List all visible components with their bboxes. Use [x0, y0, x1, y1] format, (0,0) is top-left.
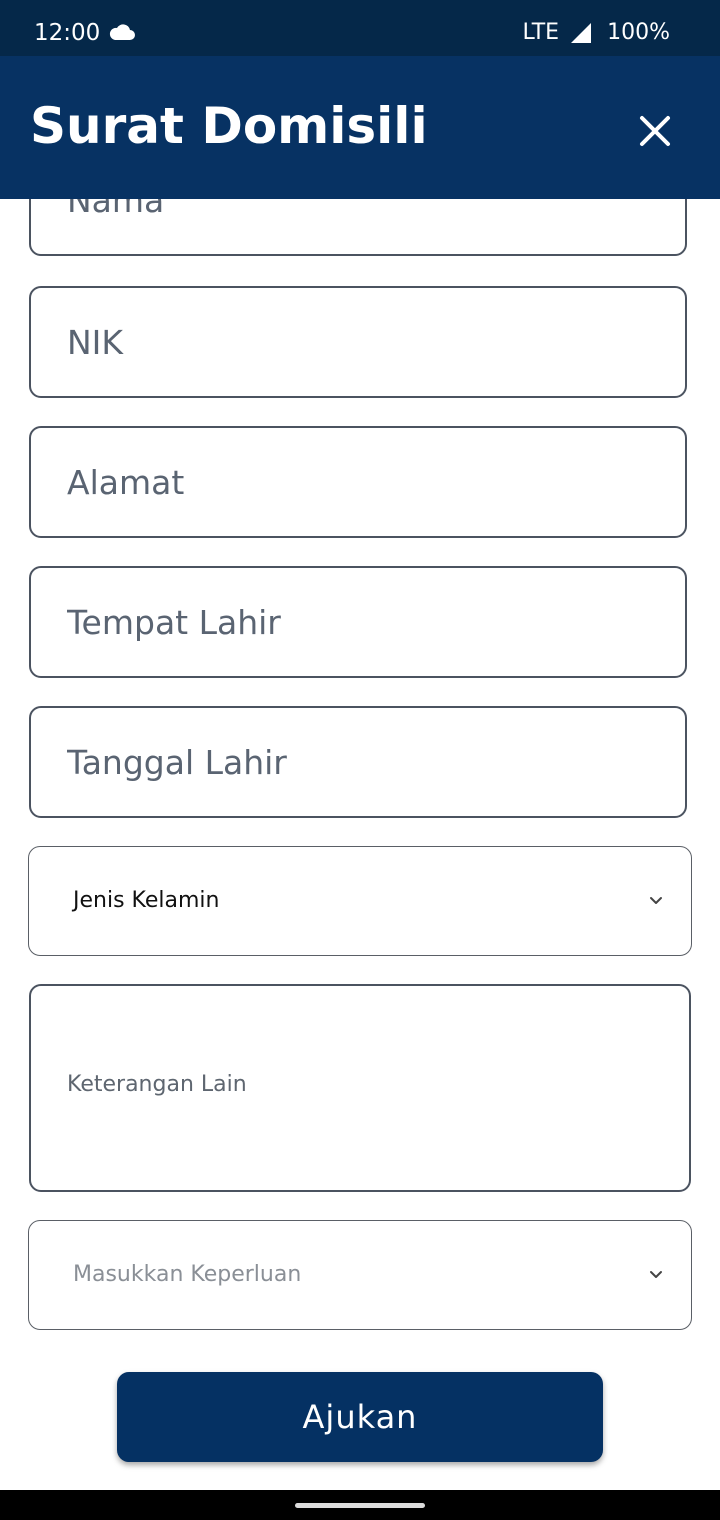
home-handle[interactable]	[295, 1503, 425, 1508]
jenis-kelamin-select[interactable]: Jenis Kelamin	[28, 846, 692, 956]
nama-field[interactable]	[29, 198, 687, 256]
status-time: 12:00	[34, 20, 101, 46]
system-nav-bar	[0, 1490, 720, 1520]
cloud-icon	[109, 24, 135, 40]
keperluan-select[interactable]: Masukkan Keperluan	[28, 1220, 692, 1330]
ajukan-button[interactable]: Ajukan	[117, 1372, 603, 1462]
app-bar: Surat Domisili	[0, 56, 720, 199]
alamat-field[interactable]	[29, 426, 687, 538]
tempat-lahir-field[interactable]	[29, 566, 687, 678]
tanggal-lahir-field[interactable]	[29, 706, 687, 818]
signal-icon	[571, 23, 592, 43]
keterangan-textarea[interactable]: Keterangan Lain	[29, 984, 691, 1192]
close-icon[interactable]	[636, 112, 674, 150]
battery-level: 100%	[607, 20, 670, 45]
page-title: Surat Domisili	[30, 97, 428, 155]
chevron-down-icon	[650, 1271, 662, 1278]
keterangan-placeholder: Keterangan Lain	[67, 1072, 247, 1097]
form-area[interactable]: Jenis Kelamin Keterangan Lain Masukkan K…	[0, 198, 720, 1490]
status-bar: 12:00 LTE 100%	[0, 0, 720, 56]
status-right: LTE 100%	[523, 18, 670, 48]
keperluan-placeholder: Masukkan Keperluan	[73, 1262, 302, 1287]
jenis-kelamin-value: Jenis Kelamin	[73, 888, 220, 913]
chevron-down-icon	[650, 897, 662, 904]
network-type: LTE	[522, 20, 560, 45]
nik-field[interactable]	[29, 286, 687, 398]
